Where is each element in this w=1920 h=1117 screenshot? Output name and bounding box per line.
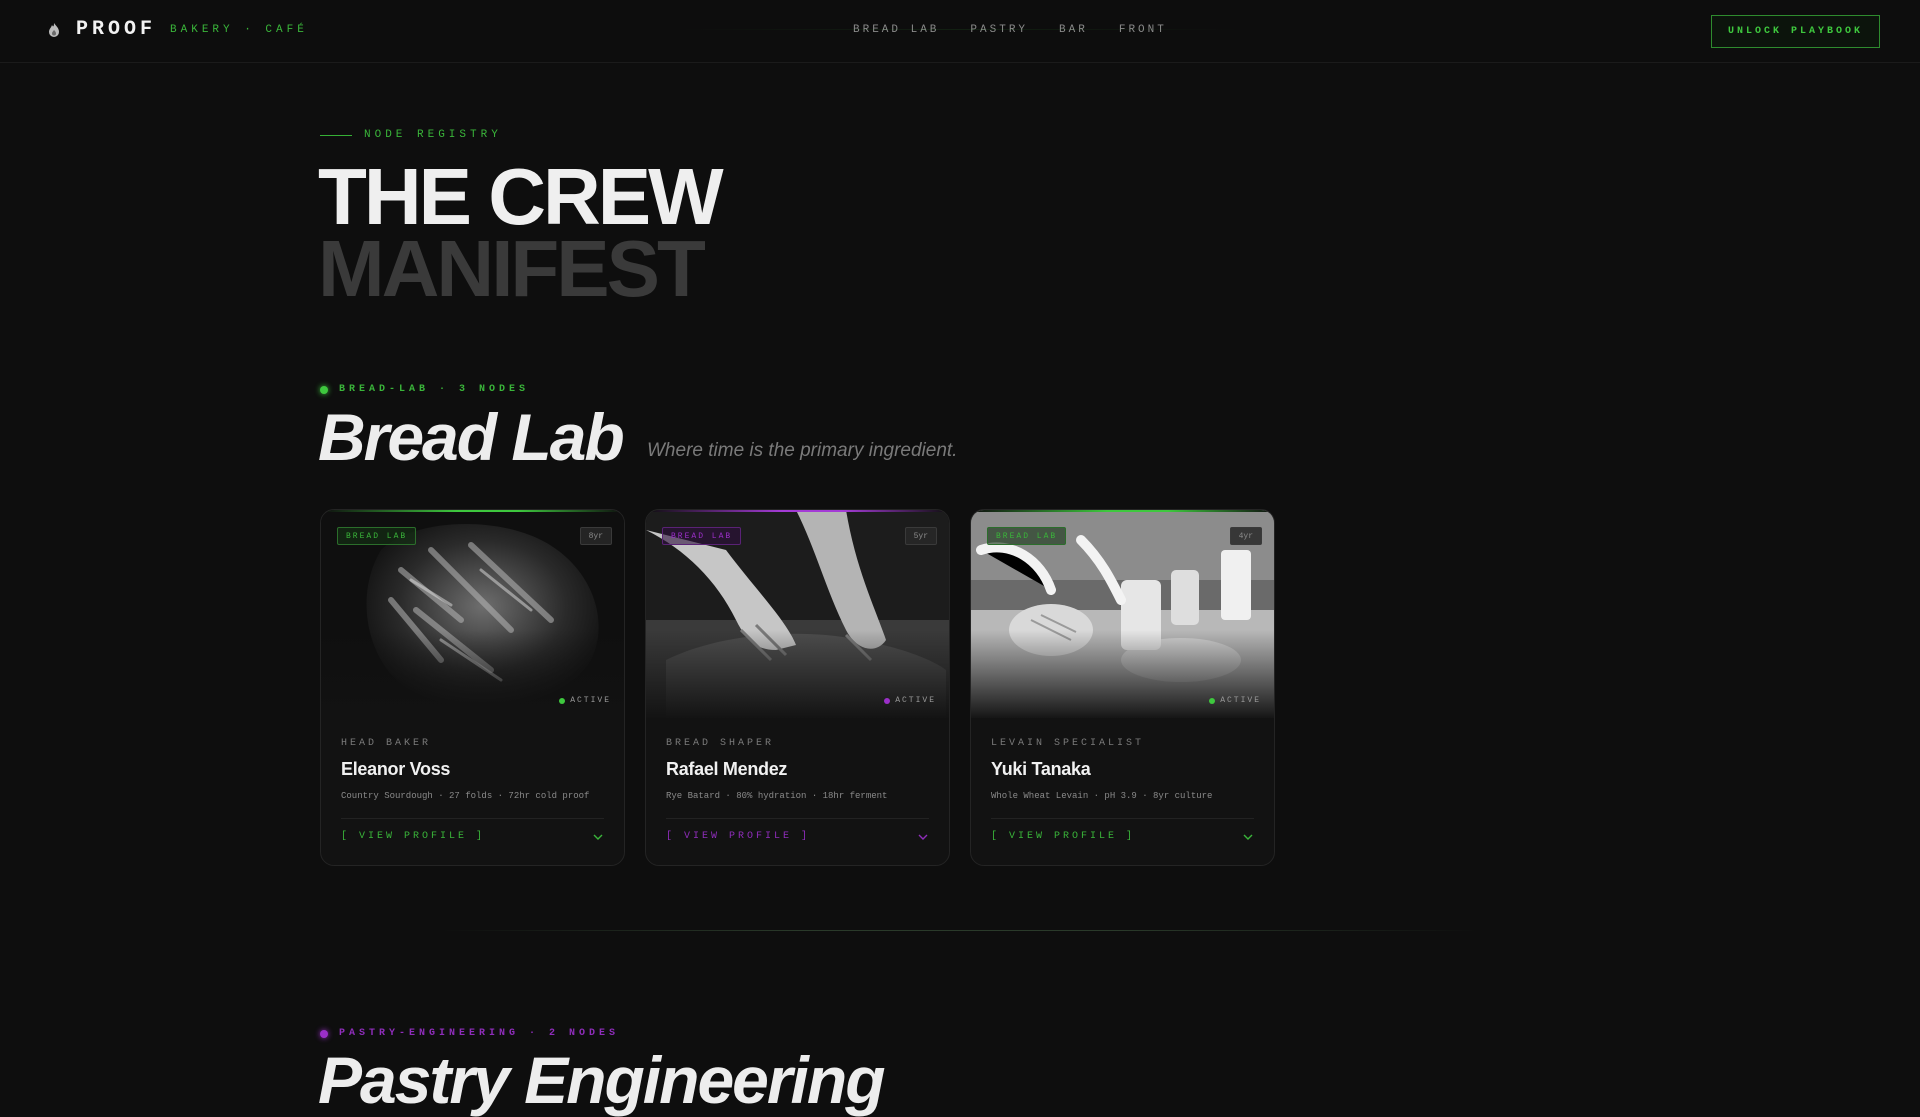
nav-item-front[interactable]: FRONT — [1119, 24, 1167, 36]
card-divider — [666, 818, 929, 819]
section-tag-text: PASTRY-ENGINEERING · 2 NODES — [339, 1028, 620, 1039]
status-indicator: ACTIVE — [559, 696, 611, 705]
view-profile-link[interactable]: [ VIEW PROFILE ] — [341, 831, 485, 842]
eyebrow-rule — [320, 134, 352, 136]
eyebrow-text: NODE REGISTRY — [364, 129, 502, 141]
status-indicator: ACTIVE — [1209, 696, 1261, 705]
top-navigation-bar: PROOF BAKERY · CAFÉ BREAD LAB PASTRY BAR… — [0, 0, 1920, 63]
view-profile-link[interactable]: [ VIEW PROFILE ] — [666, 831, 810, 842]
section-tag-bread-lab: BREAD-LAB · 3 NODES — [320, 384, 529, 395]
card-accent-bar — [971, 510, 1274, 512]
crew-role: LEVAIN SPECIALIST — [991, 738, 1145, 749]
card-divider — [991, 818, 1254, 819]
crew-specialty: Country Sourdough · 27 folds · 72hr cold… — [341, 791, 590, 801]
unlock-playbook-button[interactable]: UNLOCK PLAYBOOK — [1711, 15, 1880, 48]
chevron-down-icon[interactable] — [917, 831, 929, 843]
brand-tagline: BAKERY · CAFÉ — [170, 23, 308, 36]
section-tag-text: BREAD-LAB · 3 NODES — [339, 384, 530, 395]
status-dot — [320, 1029, 328, 1038]
section-divider — [440, 930, 1480, 931]
status-label: ACTIVE — [1220, 696, 1261, 705]
department-badge: BREAD LAB — [987, 527, 1067, 545]
status-dot — [1209, 697, 1216, 704]
status-indicator: ACTIVE — [884, 696, 936, 705]
nav-item-pastry[interactable]: PASTRY — [970, 24, 1028, 36]
status-dot — [559, 697, 566, 704]
view-profile-link[interactable]: [ VIEW PROFILE ] — [991, 831, 1135, 842]
image-fade — [646, 630, 949, 720]
status-dot — [320, 385, 328, 394]
crew-specialty: Rye Batard · 80% hydration · 18hr fermen… — [666, 791, 888, 801]
department-badge: BREAD LAB — [662, 527, 742, 545]
hero-title-line-2: MANIFEST — [318, 224, 706, 313]
nav-item-bar[interactable]: BAR — [1059, 24, 1088, 36]
section-title-pastry-engineering: Pastry Engineering — [318, 1043, 886, 1117]
tenure-badge: 8yr — [579, 527, 612, 545]
tenure-badge: 4yr — [1229, 527, 1262, 545]
brand[interactable]: PROOF BAKERY · CAFÉ — [46, 18, 308, 41]
crew-specialty: Whole Wheat Levain · pH 3.9 · 8yr cultur… — [991, 791, 1213, 801]
main-nav: BREAD LAB PASTRY BAR FRONT — [853, 24, 1198, 36]
chevron-down-icon[interactable] — [592, 831, 604, 843]
crew-name: Rafael Mendez — [666, 759, 788, 779]
tenure-badge: 5yr — [904, 527, 937, 545]
card-divider — [341, 818, 604, 819]
crew-card-eleanor-voss[interactable]: BREAD LAB 8yr ACTIVE HEAD BAKER Eleanor … — [320, 509, 625, 866]
chevron-down-icon[interactable] — [1242, 831, 1254, 843]
card-accent-bar — [321, 510, 624, 512]
crew-role: HEAD BAKER — [341, 738, 432, 749]
department-badge: BREAD LAB — [337, 527, 417, 545]
nav-item-bread-lab[interactable]: BREAD LAB — [853, 24, 939, 36]
crew-card-yuki-tanaka[interactable]: BREAD LAB 4yr ACTIVE LEVAIN SPECIALIST Y… — [970, 509, 1275, 866]
section-title-bread-lab: Bread Lab — [318, 400, 625, 474]
hero-eyebrow: NODE REGISTRY — [320, 129, 502, 141]
card-accent-bar — [646, 510, 949, 512]
status-dot — [884, 697, 891, 704]
brand-name: PROOF — [76, 18, 157, 41]
section-tag-pastry-engineering: PASTRY-ENGINEERING · 2 NODES — [320, 1028, 619, 1039]
image-fade — [971, 630, 1274, 720]
crew-role: BREAD SHAPER — [666, 738, 775, 749]
status-label: ACTIVE — [570, 696, 611, 705]
image-fade — [321, 630, 624, 720]
status-label: ACTIVE — [895, 696, 936, 705]
section-subtitle: Where time is the primary ingredient. — [647, 440, 958, 461]
crew-card-rafael-mendez[interactable]: BREAD LAB 5yr ACTIVE BREAD SHAPER Rafael… — [645, 509, 950, 866]
crew-name: Yuki Tanaka — [991, 759, 1091, 779]
crew-name: Eleanor Voss — [341, 759, 451, 779]
flame-icon — [49, 22, 59, 37]
